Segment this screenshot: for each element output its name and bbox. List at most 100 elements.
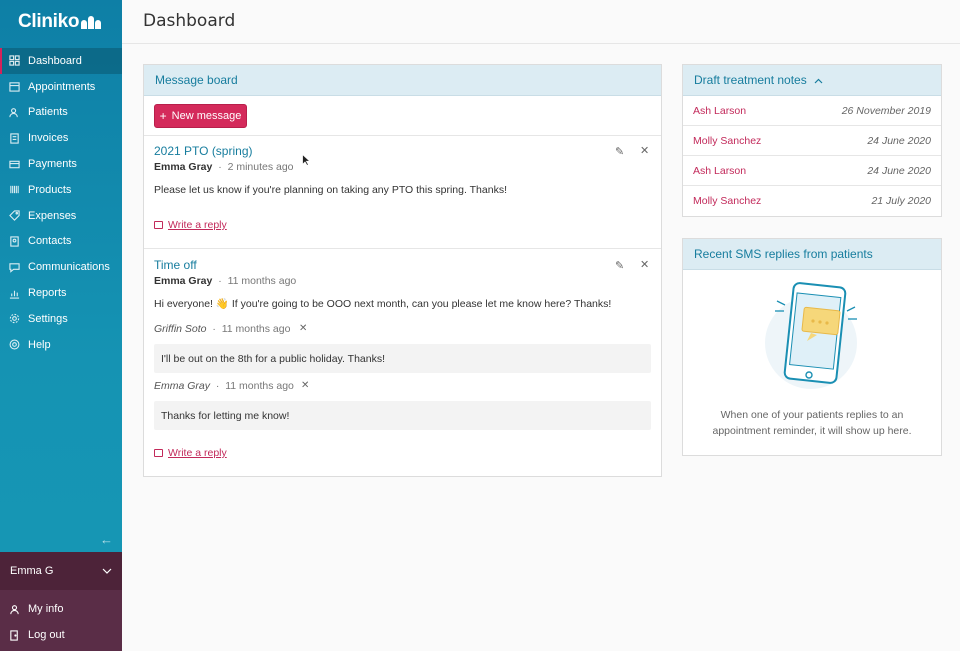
chat-icon — [9, 262, 20, 273]
gear-icon — [9, 313, 20, 324]
reply-body: I'll be out on the 8th for a public holi… — [154, 344, 651, 373]
reply-author: Emma Gray — [154, 380, 211, 392]
my-info-link[interactable]: My info — [0, 596, 122, 622]
draft-row[interactable]: Ash Larson 26 November 2019 — [683, 96, 941, 126]
comment-icon — [154, 449, 163, 457]
sidebar-item-reports[interactable]: Reports — [0, 280, 122, 306]
grid-icon — [9, 55, 20, 67]
sidebar-item-dashboard[interactable]: Dashboard — [0, 48, 122, 74]
divider — [144, 248, 661, 249]
draft-notes-panel: Draft treatment notes Ash Larson 26 Nove… — [682, 64, 942, 217]
message-title[interactable]: Time off — [154, 258, 197, 272]
reply-author: Griffin Soto — [154, 323, 207, 335]
new-message-label: New message — [171, 110, 242, 122]
sidebar-item-settings[interactable]: Settings — [0, 306, 122, 332]
sidebar-item-payments[interactable]: Payments — [0, 151, 122, 177]
sms-empty-line: appointment reminder, it will show up he… — [712, 425, 912, 437]
draft-date: 26 November 2019 — [841, 104, 931, 117]
calendar-icon — [9, 81, 20, 92]
draft-row[interactable]: Molly Sanchez 24 June 2020 — [683, 126, 941, 156]
logo-mark-icon — [81, 15, 102, 29]
meta-separator: · — [212, 323, 216, 335]
sidebar-item-label: Payments — [28, 158, 77, 171]
sidebar-item-label: Expenses — [28, 209, 77, 222]
delete-reply-close-icon[interactable]: ✕ — [299, 323, 307, 334]
edit-pencil-icon[interactable]: ✎ — [615, 259, 624, 272]
draft-notes-header[interactable]: Draft treatment notes — [683, 65, 941, 96]
draft-patient-name[interactable]: Molly Sanchez — [693, 135, 761, 147]
sidebar-item-help[interactable]: Help — [0, 332, 122, 358]
edit-pencil-icon[interactable]: ✎ — [615, 145, 624, 158]
logout-label: Log out — [28, 629, 65, 641]
sidebar-item-products[interactable]: Products — [0, 177, 122, 203]
user-name: Emma G — [10, 565, 54, 577]
draft-row[interactable]: Molly Sanchez 21 July 2020 — [683, 186, 941, 216]
message-author: Emma Gray — [154, 161, 213, 173]
chevron-down-icon — [102, 565, 112, 577]
message-board-panel: Message board + New message 2021 PTO (sp… — [143, 64, 662, 477]
users-icon — [9, 107, 20, 118]
draft-row[interactable]: Ash Larson 24 June 2020 — [683, 156, 941, 186]
message-time: 11 months ago — [227, 275, 297, 287]
message-body: Hi everyone! 👋 If you're going to be OOO… — [154, 298, 612, 310]
phone-illustration-icon — [765, 282, 857, 389]
draft-notes-title: Draft treatment notes — [694, 73, 807, 87]
logo[interactable]: Cliniko — [0, 0, 122, 44]
message-time: 2 minutes ago — [227, 161, 294, 173]
message-title[interactable]: 2021 PTO (spring) — [154, 144, 253, 158]
sidebar-item-invoices[interactable]: Invoices — [0, 125, 122, 151]
sidebar-item-contacts[interactable]: Contacts — [0, 229, 122, 255]
tag-icon — [9, 210, 20, 222]
sidebar-item-label: Invoices — [28, 132, 69, 145]
my-info-label: My info — [28, 603, 64, 615]
draft-patient-name[interactable]: Molly Sanchez — [693, 195, 761, 207]
new-message-button[interactable]: + New message — [154, 104, 247, 128]
sidebar-nav: Dashboard Appointments Patients Invoices… — [0, 48, 122, 358]
message-body: Please let us know if you're planning on… — [154, 184, 507, 196]
collapse-sidebar-icon[interactable]: ← — [100, 532, 113, 547]
sms-replies-panel: Recent SMS replies from patients When on… — [682, 238, 942, 456]
sidebar-item-label: Dashboard — [28, 54, 82, 67]
delete-close-icon[interactable]: ✕ — [640, 258, 649, 271]
message-author: Emma Gray — [154, 275, 213, 287]
reply-meta: Emma Gray · 11 months ago — [154, 380, 294, 392]
delete-close-icon[interactable]: ✕ — [640, 144, 649, 157]
meta-separator: · — [215, 380, 220, 392]
sidebar-item-label: Contacts — [28, 235, 72, 248]
sidebar-item-label: Reports — [28, 287, 67, 300]
reply-time: 11 months ago — [221, 323, 291, 335]
mouse-cursor-icon — [302, 154, 310, 166]
page-header: Dashboard — [122, 0, 960, 44]
comment-icon — [154, 221, 163, 229]
plus-icon: + — [159, 109, 167, 123]
sidebar-item-patients[interactable]: Patients — [0, 100, 122, 126]
draft-date: 24 June 2020 — [867, 164, 931, 177]
sidebar-item-label: Patients — [28, 106, 68, 119]
draft-date: 24 June 2020 — [867, 134, 931, 147]
sidebar-item-expenses[interactable]: Expenses — [0, 203, 122, 229]
sms-empty-line: When one of your patients replies to an — [720, 409, 904, 421]
message-meta: Emma Gray · 2 minutes ago — [154, 161, 294, 173]
sms-empty-state: When one of your patients replies to an … — [683, 407, 941, 439]
draft-date: 21 July 2020 — [871, 195, 931, 207]
sms-replies-title: Recent SMS replies from patients — [683, 239, 941, 270]
reply-meta: Griffin Soto · 11 months ago — [154, 323, 290, 335]
write-reply-link[interactable]: Write a reply — [154, 219, 227, 231]
help-icon — [9, 339, 20, 350]
person-icon — [9, 604, 20, 615]
divider — [144, 135, 661, 136]
user-menu-toggle[interactable]: Emma G — [0, 552, 122, 590]
draft-patient-name[interactable]: Ash Larson — [693, 165, 746, 177]
logout-link[interactable]: Log out — [0, 622, 122, 648]
sidebar-item-label: Settings — [28, 312, 68, 325]
invoice-icon — [9, 133, 20, 144]
write-reply-link[interactable]: Write a reply — [154, 447, 227, 459]
sidebar-item-communications[interactable]: Communications — [0, 254, 122, 280]
meta-separator: · — [218, 161, 222, 173]
logout-icon — [9, 629, 20, 641]
draft-patient-name[interactable]: Ash Larson — [693, 105, 746, 117]
page-title: Dashboard — [143, 11, 236, 31]
delete-reply-close-icon[interactable]: ✕ — [301, 380, 309, 391]
logo-text: Cliniko — [18, 11, 80, 32]
sidebar-item-appointments[interactable]: Appointments — [0, 74, 122, 100]
